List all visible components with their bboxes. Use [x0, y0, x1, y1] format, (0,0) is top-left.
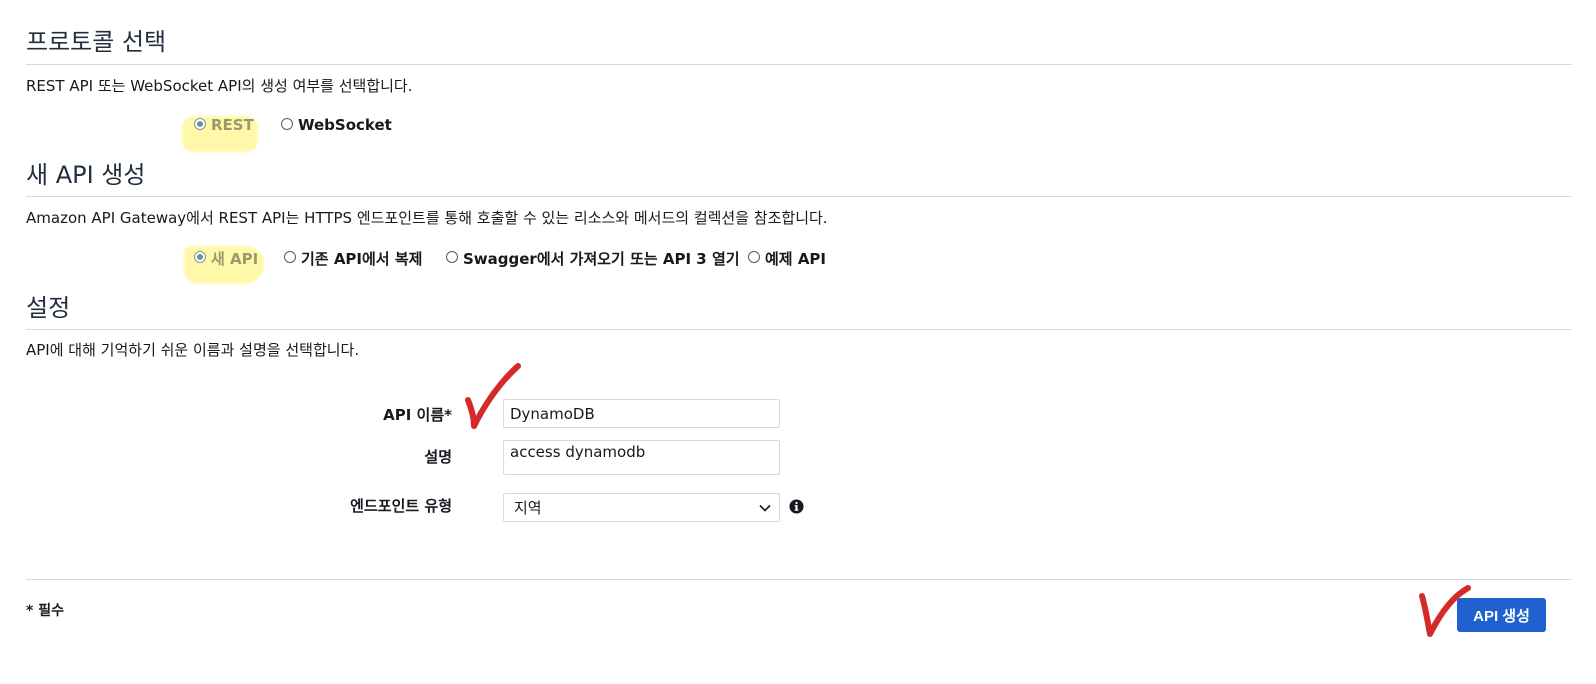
- new-api-divider: [26, 196, 1572, 197]
- description-label: 설명: [424, 448, 452, 466]
- radio-import-swagger-label: Swagger에서 가져오기 또는 API 3 열기: [463, 250, 740, 268]
- protocol-description: REST API 또는 WebSocket API의 생성 여부를 선택합니다.: [26, 77, 413, 95]
- radio-example-api[interactable]: 예제 API: [748, 248, 826, 269]
- radio-clone-api[interactable]: 기존 API에서 복제: [284, 248, 422, 269]
- radio-rest-circle[interactable]: [194, 117, 206, 130]
- radio-rest-label: REST: [211, 116, 254, 134]
- endpoint-type-label: 엔드포인트 유형: [350, 497, 452, 515]
- create-api-button[interactable]: API 생성: [1457, 598, 1546, 632]
- protocol-divider: [26, 64, 1572, 65]
- radio-import-swagger-circle[interactable]: [446, 251, 458, 263]
- required-note: * 필수: [26, 603, 64, 619]
- radio-clone-api-label: 기존 API에서 복제: [301, 250, 423, 268]
- info-icon[interactable]: [789, 499, 804, 514]
- footer-divider: [26, 579, 1572, 580]
- settings-divider: [26, 329, 1572, 330]
- api-name-input[interactable]: [503, 399, 780, 428]
- endpoint-type-value: 지역: [514, 499, 542, 517]
- api-name-label: API 이름*: [383, 406, 452, 424]
- settings-section-title: 설정: [26, 294, 71, 322]
- radio-clone-api-circle[interactable]: [284, 251, 296, 263]
- radio-rest[interactable]: REST: [194, 116, 254, 134]
- radio-websocket-label: WebSocket: [298, 116, 392, 134]
- radio-websocket[interactable]: WebSocket: [281, 116, 392, 134]
- chevron-down-icon: [759, 504, 771, 512]
- radio-new-api-circle[interactable]: [194, 251, 206, 263]
- settings-description: API에 대해 기억하기 쉬운 이름과 설명을 선택합니다.: [26, 341, 360, 359]
- protocol-section-title: 프로토콜 선택: [26, 28, 167, 56]
- endpoint-type-select[interactable]: 지역: [503, 493, 780, 522]
- radio-new-api-label: 새 API: [211, 250, 259, 268]
- radio-example-api-label: 예제 API: [765, 250, 827, 268]
- radio-example-api-circle[interactable]: [748, 251, 760, 263]
- radio-websocket-circle[interactable]: [281, 117, 293, 130]
- radio-import-swagger[interactable]: Swagger에서 가져오기 또는 API 3 열기: [446, 248, 740, 269]
- radio-new-api[interactable]: 새 API: [194, 248, 258, 269]
- new-api-section-title: 새 API 생성: [26, 161, 146, 189]
- description-textarea[interactable]: access dynamodb: [503, 440, 780, 475]
- new-api-description: Amazon API Gateway에서 REST API는 HTTPS 엔드포…: [26, 209, 828, 227]
